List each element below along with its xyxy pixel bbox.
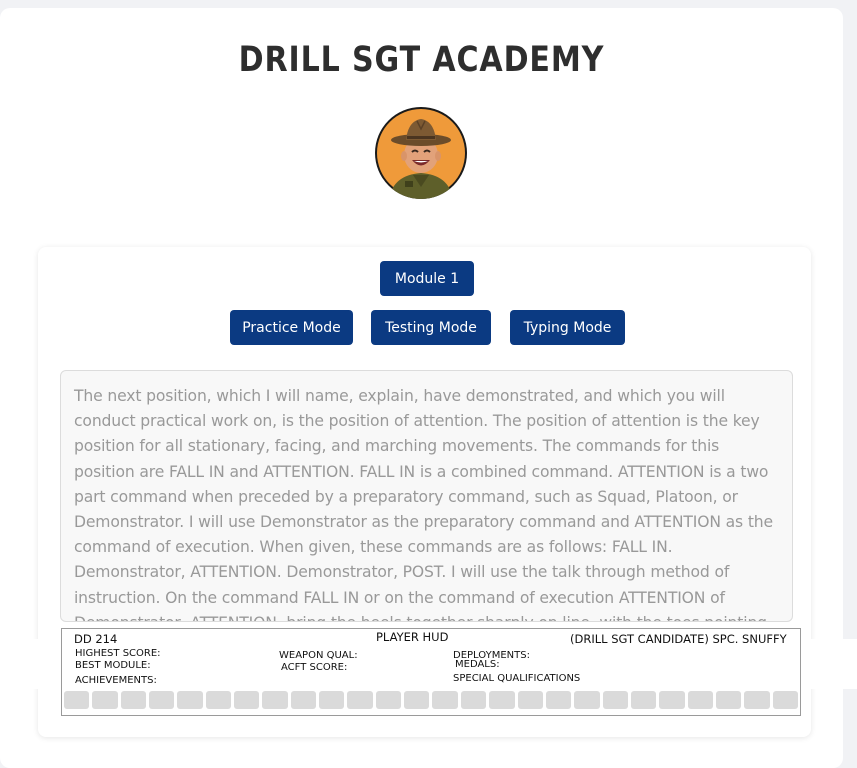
hud-slot	[432, 691, 458, 709]
hud-achievements: ACHIEVEMENTS:	[75, 675, 157, 686]
hud-slot	[375, 691, 402, 709]
hud-slot	[545, 691, 572, 709]
hud-slot	[319, 691, 345, 709]
hud-weapon-qual: WEAPON QUAL:	[279, 650, 358, 661]
hud-slot	[659, 691, 685, 709]
hud-slot	[64, 691, 90, 709]
hud-slot	[149, 691, 175, 709]
hud-medals: MEDALS:	[455, 659, 500, 670]
drill-sergeant-avatar-icon	[375, 107, 467, 199]
hud-slot	[177, 691, 203, 709]
hud-special-quals: SPECIAL QUALIFICATIONS	[453, 673, 581, 684]
hud-acft-score: ACFT SCORE:	[281, 662, 348, 673]
hud-slot	[92, 691, 118, 709]
passage-text-area[interactable]: The next position, which I will name, ex…	[60, 370, 793, 622]
module-select-button[interactable]: Module 1	[380, 261, 474, 296]
hud-slot	[630, 691, 657, 709]
hud-slot	[205, 691, 232, 709]
hud-slot	[262, 691, 288, 709]
hud-slot	[772, 691, 798, 709]
hud-slot	[460, 691, 487, 709]
hud-slot	[347, 691, 373, 709]
hud-slot	[517, 691, 543, 709]
hud-slot	[574, 691, 600, 709]
testing-mode-button[interactable]: Testing Mode	[371, 310, 491, 345]
hud-slot	[715, 691, 742, 709]
hud-slot	[234, 691, 260, 709]
hud-slot	[489, 691, 515, 709]
hud-slot	[687, 691, 713, 709]
hud-slot	[290, 691, 317, 709]
hud-slot	[602, 691, 628, 709]
hud-highest-score: HIGHEST SCORE:	[75, 648, 161, 659]
hud-best-module: BEST MODULE:	[75, 660, 151, 671]
hud-slot	[404, 691, 430, 709]
typing-mode-button[interactable]: Typing Mode	[510, 310, 625, 345]
hud-achievement-slots	[64, 691, 798, 709]
app-title: DRILL SGT ACADEMY	[238, 40, 605, 80]
hud-form-label: DD 214	[74, 632, 118, 646]
hud-title: PLAYER HUD	[376, 630, 449, 644]
hud-slot	[120, 691, 147, 709]
hud-slot	[744, 691, 770, 709]
passage-text: The next position, which I will name, ex…	[74, 387, 773, 621]
practice-mode-button[interactable]: Practice Mode	[230, 310, 353, 345]
hud-player-name: (DRILL SGT CANDIDATE) SPC. SNUFFY	[570, 632, 787, 646]
player-hud: DD 214 PLAYER HUD (DRILL SGT CANDIDATE) …	[61, 628, 801, 716]
